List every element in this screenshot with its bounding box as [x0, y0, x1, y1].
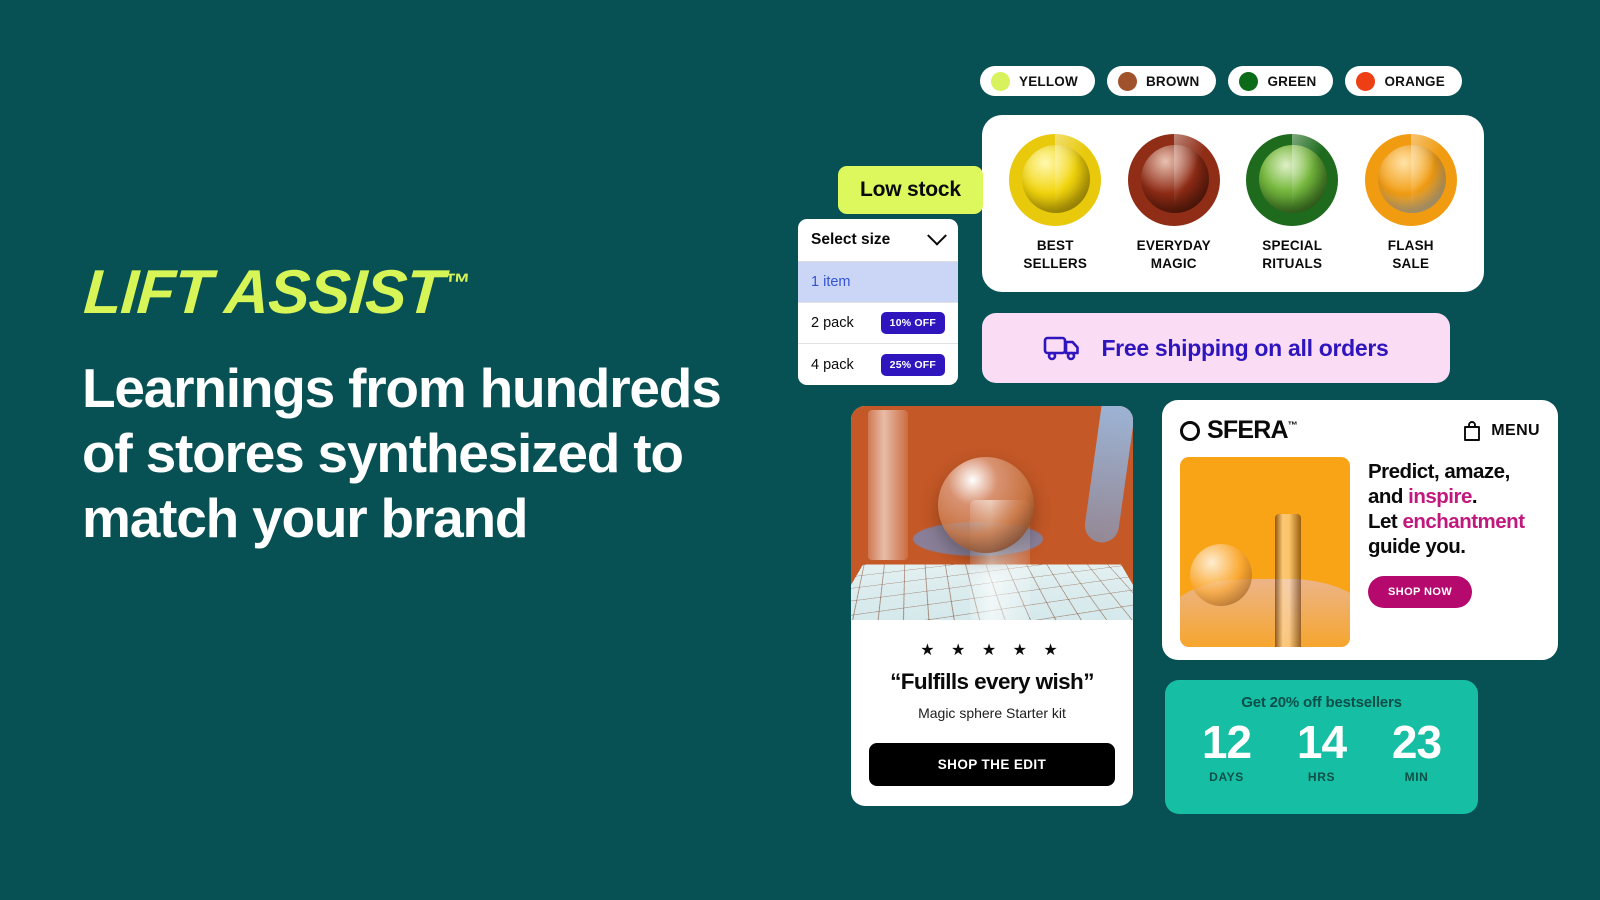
- color-pill-label: ORANGE: [1384, 73, 1445, 89]
- countdown-value: 23: [1391, 716, 1442, 768]
- category-thumbnail-icon: [1127, 134, 1220, 227]
- sfera-header: SFERA™ MENU: [1180, 416, 1540, 445]
- size-option-4-pack[interactable]: 4 pack 25% OFF: [798, 344, 958, 385]
- size-option-label: 4 pack: [811, 356, 854, 373]
- color-swatch-icon: [1117, 71, 1137, 91]
- countdown-value: 12: [1201, 716, 1252, 768]
- review-quote: “Fulfills every wish”: [890, 668, 1094, 694]
- category-label: EVERYDAY MAGIC: [1136, 238, 1211, 271]
- trademark-symbol: ™: [442, 267, 471, 298]
- truck-icon: [1044, 336, 1080, 361]
- category-label: FLASH SALE: [1387, 238, 1434, 271]
- color-swatch-icon: [1239, 71, 1259, 91]
- countdown-title: Get 20% off bestsellers: [1241, 694, 1402, 711]
- product-photo: [851, 406, 1133, 620]
- category-item-everyday-magic[interactable]: EVERYDAY MAGIC: [1118, 134, 1230, 273]
- category-label: BEST SELLERS: [1023, 238, 1088, 271]
- sfera-copy: Predict, amaze, and inspire. Let enchant…: [1368, 457, 1540, 647]
- category-thumbnail-icon: [1246, 134, 1339, 227]
- size-option-label: 1 item: [811, 274, 851, 290]
- color-pill-yellow[interactable]: YELLOW: [980, 66, 1095, 96]
- shop-now-button[interactable]: SHOP NOW: [1368, 576, 1473, 608]
- countdown-unit-hours: 14 HRS: [1279, 716, 1365, 784]
- category-card: BEST SELLERS EVERYDAY MAGIC SPECIAL RITUALS…: [982, 115, 1484, 292]
- countdown-units: 12 DAYS 14 HRS 23 MIN: [1165, 716, 1478, 784]
- status-badge-low-stock: Low stock: [838, 166, 983, 214]
- review-body: ★ ★ ★ ★ ★ “Fulfills every wish” Magic sp…: [851, 620, 1133, 721]
- color-pill-label: GREEN: [1267, 73, 1317, 89]
- countdown-promo-card: Get 20% off bestsellers 12 DAYS 14 HRS 2…: [1165, 680, 1478, 814]
- sfera-logo[interactable]: SFERA™: [1180, 416, 1298, 445]
- category-item-flash-sale[interactable]: FLASH SALE: [1355, 134, 1467, 273]
- size-option-1-item[interactable]: 1 item: [798, 262, 958, 303]
- sfera-headline: Predict, amaze, and inspire. Let enchant…: [1368, 460, 1525, 558]
- size-select-dropdown[interactable]: Select size 1 item 2 pack 10% OFF 4 pack…: [798, 219, 958, 385]
- color-pill-brown[interactable]: BROWN: [1106, 66, 1217, 96]
- sfera-product-photo: [1180, 457, 1350, 647]
- sfera-body: Predict, amaze, and inspire. Let enchant…: [1180, 457, 1540, 647]
- product-logo: LIFT ASSIST™: [82, 258, 726, 327]
- review-product-name: Magic sphere Starter kit: [918, 704, 1066, 721]
- countdown-unit-minutes: 23 MIN: [1374, 716, 1460, 784]
- sfera-promo-card: SFERA™ MENU Predict, amaze, and inspire.…: [1162, 400, 1558, 660]
- sfera-menu-label: MENU: [1491, 421, 1540, 439]
- free-shipping-text: Free shipping on all orders: [1101, 334, 1389, 361]
- countdown-label: MIN: [1404, 769, 1429, 784]
- size-option-2-pack[interactable]: 2 pack 10% OFF: [798, 303, 958, 344]
- size-select-header[interactable]: Select size: [798, 219, 958, 262]
- sfera-brand-name: SFERA™: [1207, 416, 1298, 444]
- category-label: SPECIAL RITUALS: [1262, 238, 1323, 271]
- countdown-value: 14: [1296, 716, 1347, 768]
- circle-outline-icon: [1180, 420, 1200, 441]
- product-logo-text: LIFT ASSIST: [81, 258, 446, 327]
- shop-the-edit-button[interactable]: SHOP THE EDIT: [869, 742, 1115, 786]
- sfera-menu-button[interactable]: MENU: [1462, 420, 1540, 442]
- countdown-label: HRS: [1307, 769, 1336, 784]
- color-pill-label: YELLOW: [1019, 73, 1078, 89]
- discount-badge: 25% OFF: [880, 353, 945, 376]
- color-filter-pills: YELLOW BROWN GREEN ORANGE: [980, 66, 1462, 96]
- color-pill-orange[interactable]: ORANGE: [1345, 66, 1462, 96]
- free-shipping-banner: Free shipping on all orders: [982, 313, 1450, 383]
- category-item-special-rituals[interactable]: SPECIAL RITUALS: [1236, 134, 1348, 273]
- countdown-label: DAYS: [1209, 769, 1244, 784]
- review-card: ★ ★ ★ ★ ★ “Fulfills every wish” Magic sp…: [851, 406, 1133, 806]
- category-item-best-sellers[interactable]: BEST SELLERS: [999, 134, 1111, 273]
- color-swatch-icon: [1356, 71, 1376, 91]
- page-title: Learnings from hundreds of stores synthe…: [82, 357, 722, 549]
- category-thumbnail-icon: [1364, 134, 1457, 227]
- hero-section: LIFT ASSIST™ Learnings from hundreds of …: [82, 258, 722, 551]
- category-thumbnail-icon: [1009, 134, 1102, 227]
- size-option-label: 2 pack: [811, 315, 854, 331]
- color-pill-green[interactable]: GREEN: [1228, 66, 1334, 96]
- countdown-unit-days: 12 DAYS: [1184, 716, 1270, 784]
- shopping-bag-icon: [1464, 420, 1481, 441]
- color-swatch-icon: [991, 71, 1010, 91]
- star-rating-icon: ★ ★ ★ ★ ★: [920, 641, 1064, 659]
- size-select-value: Select size: [811, 231, 891, 248]
- discount-badge: 10% OFF: [880, 312, 945, 334]
- color-pill-label: BROWN: [1145, 73, 1200, 89]
- chevron-down-icon: [927, 225, 947, 246]
